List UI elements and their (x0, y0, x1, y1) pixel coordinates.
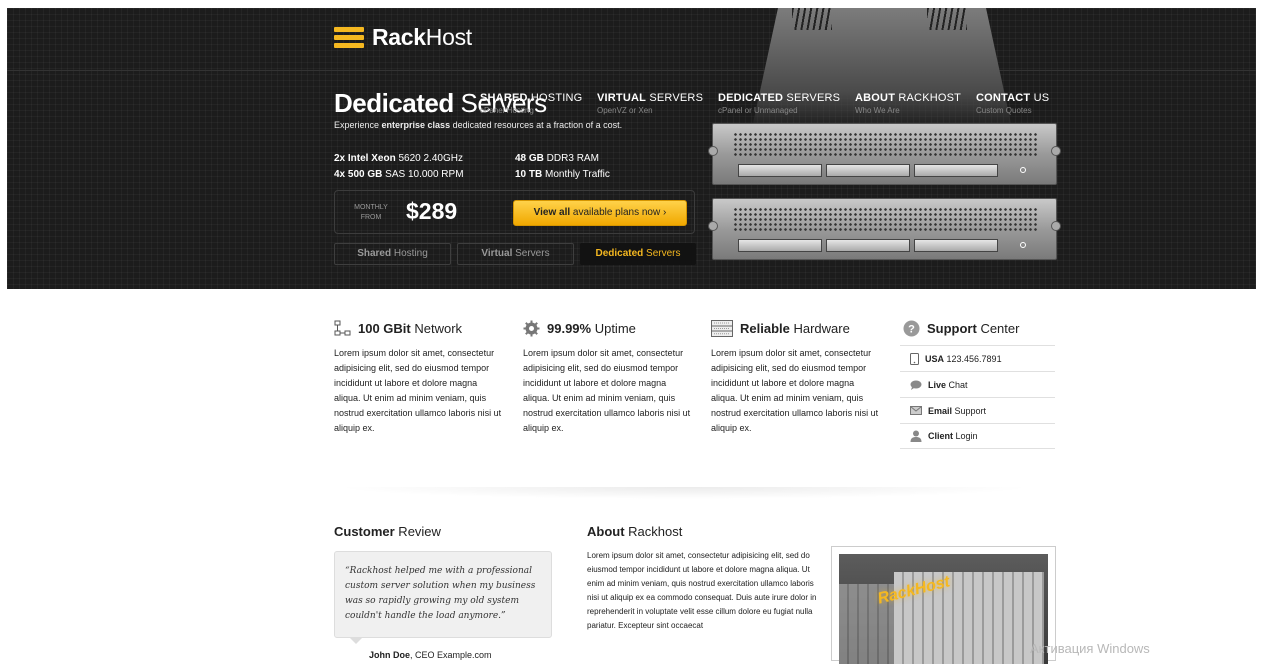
os-activation-watermark: Активация Windows (1030, 641, 1150, 656)
beam-stripes (927, 8, 967, 30)
support-client-login[interactable]: Client Login (900, 423, 1055, 449)
spec-disk: 4x 500 GB SAS 10.000 RPM (334, 169, 464, 180)
about-text: Lorem ipsum dolor sit amet, consectetur … (587, 551, 817, 630)
spec-ram: 48 GB DDR3 RAM (515, 153, 599, 164)
photo-image: RackHost (839, 554, 1048, 664)
drive-bay (826, 239, 910, 252)
section-divider (334, 487, 1034, 499)
support-list: USA 123.456.7891 Live Chat Email Support… (900, 345, 1055, 449)
feature-title: 100 GBit Network (358, 321, 463, 336)
phone-icon (910, 352, 919, 365)
drive-bay (914, 239, 998, 252)
server-vent (733, 132, 1038, 156)
drive-bay (826, 164, 910, 177)
review-quote: “Rackhost helped me with a professional … (334, 551, 552, 638)
drive-bay (914, 164, 998, 177)
feature-title: Reliable Hardware (740, 321, 850, 336)
support-live-chat[interactable]: Live Chat (900, 371, 1055, 397)
server-unit (708, 198, 1061, 260)
feature-text: Lorem ipsum dolor sit amet, consectetur … (711, 348, 879, 433)
review-title: Customer Review (334, 524, 441, 539)
envelope-icon (910, 406, 922, 415)
beam-stripes (792, 8, 832, 30)
network-icon (334, 320, 351, 336)
main-nav: SHARED HOSTING cPanel Hosting VIRTUAL SE… (480, 92, 1060, 122)
nav-item-contact-us[interactable]: CONTACT US Custom Quotes (976, 92, 1049, 115)
hero-tagline: Experience enterprise class dedicated re… (334, 120, 623, 130)
price-label: MONTHLY FROM (354, 204, 388, 221)
logo-text: RackHost (372, 24, 472, 50)
building-photo: RackHost (831, 546, 1056, 664)
nav-item-about-rackhost[interactable]: ABOUT RACKHOST Who We Are (855, 92, 961, 115)
server-unit (708, 123, 1061, 185)
support-phone[interactable]: USA 123.456.7891 (900, 345, 1055, 371)
screw-icon (1051, 146, 1061, 156)
site-logo[interactable]: RackHost (334, 24, 472, 51)
tab-dedicated-servers[interactable]: Dedicated Servers (580, 243, 696, 265)
server-vent (733, 207, 1038, 231)
feature-uptime: 99.99% Uptime Lorem ipsum dolor sit amet… (523, 320, 693, 436)
nav-item-shared-hosting[interactable]: SHARED HOSTING cPanel Hosting (480, 92, 582, 115)
support-email[interactable]: Email Support (900, 397, 1055, 423)
feature-text: Lorem ipsum dolor sit amet, consectetur … (334, 348, 502, 433)
view-plans-button[interactable]: View all available plans now › (513, 200, 687, 226)
rack-logo-icon (334, 26, 364, 49)
screw-icon (1051, 221, 1061, 231)
about-title: About Rackhost (587, 524, 683, 539)
spec-cpu: 2x Intel Xeon 5620 2.40GHz (334, 153, 463, 164)
review-author: John Doe, CEO Example.com (369, 650, 492, 660)
nav-item-dedicated-servers[interactable]: DEDICATED SERVERS cPanel or Unmanaged (718, 92, 840, 115)
price-value: $289 (406, 198, 458, 224)
gear-icon (523, 320, 540, 337)
feature-hardware: Reliable Hardware Lorem ipsum dolor sit … (711, 320, 881, 436)
feature-title: 99.99% Uptime (547, 321, 636, 336)
chevron-right-icon: › (663, 207, 667, 218)
tab-shared-hosting[interactable]: Shared Hosting (334, 243, 451, 265)
svg-text:?: ? (908, 324, 915, 336)
quote-pointer (349, 637, 363, 644)
spec-traffic: 10 TB Monthly Traffic (515, 169, 610, 180)
support-title: Support Center (927, 321, 1020, 336)
feature-network: 100 GBit Network Lorem ipsum dolor sit a… (334, 320, 504, 436)
tab-virtual-servers[interactable]: Virtual Servers (457, 243, 574, 265)
screw-icon (708, 146, 718, 156)
hero-divider (7, 70, 1256, 71)
feature-text: Lorem ipsum dolor sit amet, consectetur … (523, 348, 691, 433)
plan-tabs: Shared Hosting Virtual Servers Dedicated… (334, 243, 696, 265)
server-bays (738, 164, 998, 177)
price-box: MONTHLY FROM $289 View all available plan… (334, 190, 695, 234)
drive-bay (738, 164, 822, 177)
help-icon: ? (903, 320, 920, 337)
screw-icon (708, 221, 718, 231)
support-center: ? Support Center USA 123.456.7891 Live C… (900, 320, 1070, 449)
user-icon (910, 430, 922, 442)
chat-icon (910, 380, 922, 390)
drive-bay (738, 239, 822, 252)
power-led-icon (1020, 167, 1026, 173)
nav-item-virtual-servers[interactable]: VIRTUAL SERVERS OpenVZ or Xen (597, 92, 703, 115)
server-rack-icon (711, 320, 733, 337)
server-bays (738, 239, 998, 252)
power-led-icon (1020, 242, 1026, 248)
